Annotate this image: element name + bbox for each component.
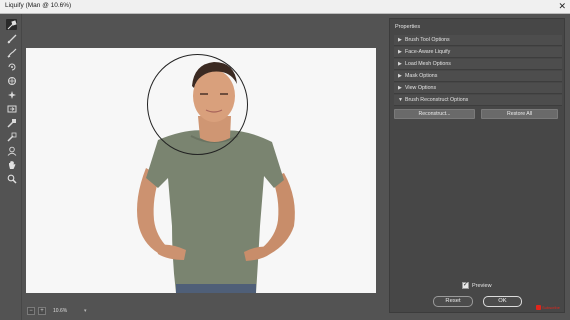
image-canvas[interactable] [26, 48, 376, 293]
zoom-out-button[interactable]: − [27, 306, 35, 315]
preview-label: Preview [472, 282, 492, 289]
status-bar: − + 10.6% ▾ [27, 306, 90, 315]
title-bar: Liquify (Man @ 10.6%) ✕ [0, 0, 570, 14]
hand-tool-icon[interactable] [6, 159, 17, 170]
zoom-level-field[interactable]: 10.6% [53, 307, 81, 315]
bloat-tool-icon[interactable] [6, 89, 17, 100]
section-label: Brush Reconstruct Options [405, 97, 469, 103]
section-mask-options[interactable]: ▶ Mask Options [394, 71, 562, 82]
tools-panel [0, 14, 22, 320]
thaw-mask-tool-icon[interactable] [6, 131, 17, 142]
reconstruct-tool-icon[interactable] [6, 33, 17, 44]
restore-all-button[interactable]: Restore All [481, 109, 558, 119]
panel-title: Properties [395, 24, 421, 30]
section-label: Mask Options [405, 73, 438, 79]
twirl-clockwise-tool-icon[interactable] [6, 61, 17, 72]
triangle-right-icon: ▶ [398, 49, 402, 55]
freeze-mask-tool-icon[interactable] [6, 117, 17, 128]
window-title: Liquify (Man @ 10.6%) [5, 2, 72, 9]
close-icon[interactable]: ✕ [558, 1, 566, 12]
section-brush-reconstruct-options[interactable]: ▼ Brush Reconstruct Options [394, 95, 562, 106]
push-left-tool-icon[interactable] [6, 103, 17, 114]
ok-button[interactable]: OK [483, 296, 522, 307]
section-view-options[interactable]: ▶ View Options [394, 83, 562, 94]
section-label: Load Mesh Options [405, 61, 451, 67]
zoom-tool-icon[interactable] [6, 173, 17, 184]
section-brush-tool-options[interactable]: ▶ Brush Tool Options [394, 35, 562, 46]
section-load-mesh-options[interactable]: ▶ Load Mesh Options [394, 59, 562, 70]
triangle-right-icon: ▶ [398, 37, 402, 43]
smooth-tool-icon[interactable] [6, 47, 17, 58]
properties-panel-body: Properties ▶ Brush Tool Options ▶ Face-A… [389, 18, 565, 313]
face-tool-icon[interactable] [6, 145, 17, 156]
section-label: View Options [405, 85, 437, 91]
triangle-down-icon: ▼ [398, 97, 403, 103]
preview-area[interactable]: − + 10.6% ▾ [22, 14, 385, 320]
triangle-right-icon: ▶ [398, 61, 402, 67]
zoom-in-button[interactable]: + [38, 306, 46, 315]
subscribe-text: Subscribe [542, 305, 560, 310]
triangle-right-icon: ▶ [398, 73, 402, 79]
section-label: Face-Aware Liquify [405, 49, 451, 55]
liquify-dialog: Liquify (Man @ 10.6%) ✕ − + 10.6% ▾ Prop… [0, 0, 570, 320]
pucker-tool-icon[interactable] [6, 75, 17, 86]
brush-cursor-circle [147, 54, 248, 155]
preview-checkbox-row[interactable]: ✓ Preview [462, 282, 492, 289]
section-face-aware-liquify[interactable]: ▶ Face-Aware Liquify [394, 47, 562, 58]
youtube-subscribe-watermark: Subscribe [536, 305, 560, 311]
chevron-down-icon[interactable]: ▾ [84, 307, 90, 315]
forward-warp-tool-icon[interactable] [6, 19, 17, 30]
reset-button[interactable]: Reset [433, 296, 473, 307]
triangle-right-icon: ▶ [398, 85, 402, 91]
youtube-icon [536, 305, 541, 310]
reconstruct-button[interactable]: Reconstruct... [394, 109, 475, 119]
preview-checkbox[interactable]: ✓ [462, 282, 469, 289]
section-label: Brush Tool Options [405, 37, 450, 43]
properties-panel: Properties ▶ Brush Tool Options ▶ Face-A… [386, 14, 570, 320]
